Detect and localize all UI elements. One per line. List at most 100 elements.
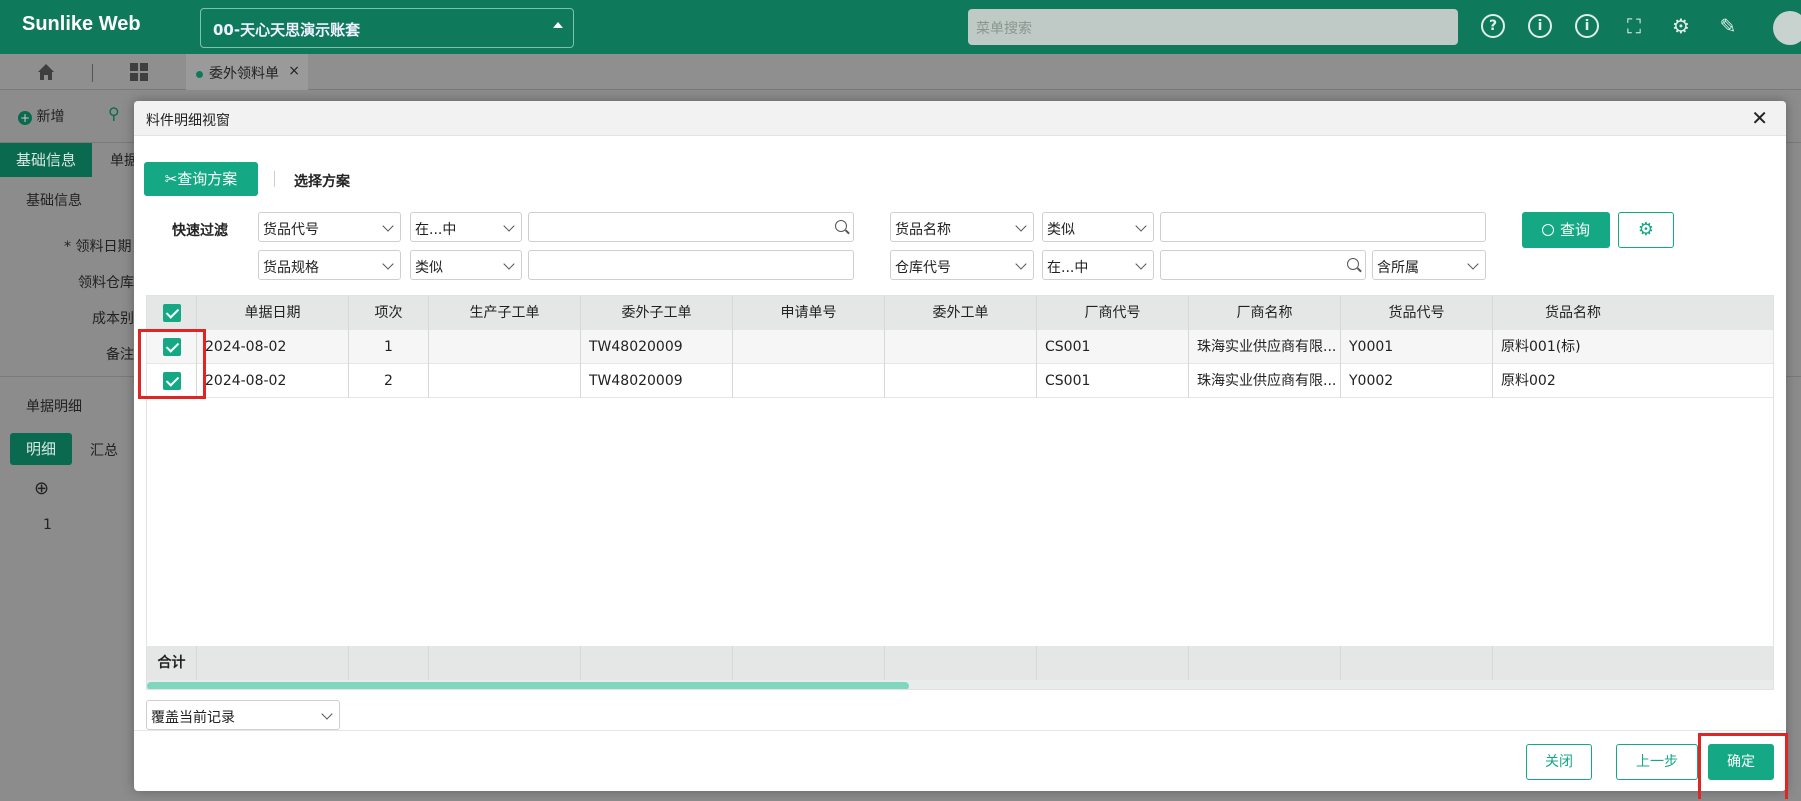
field-warehouse-label: 领料仓库 bbox=[78, 275, 134, 291]
col-header[interactable]: 委外子工单 bbox=[581, 296, 733, 330]
cell-item-code: Y0001 bbox=[1341, 330, 1493, 364]
col-header[interactable]: 申请单号 bbox=[733, 296, 885, 330]
account-select[interactable]: 00-天心天思演示账套 bbox=[200, 8, 574, 48]
previous-step-button[interactable]: 上一步 bbox=[1616, 744, 1698, 780]
scrollbar-thumb[interactable] bbox=[147, 682, 909, 689]
gear-icon[interactable]: ⚙ bbox=[1669, 14, 1693, 38]
query-plan-label: 查询方案 bbox=[177, 170, 238, 188]
filter3-value-input[interactable] bbox=[528, 250, 854, 280]
tab-outsource-picking[interactable]: 委外领料单 × bbox=[186, 54, 308, 90]
select-plan-link[interactable]: 选择方案 bbox=[294, 171, 350, 191]
query-label: 查询 bbox=[1559, 221, 1590, 239]
avatar[interactable] bbox=[1773, 11, 1801, 45]
close-button[interactable]: 关闭 bbox=[1526, 744, 1592, 780]
total-cell bbox=[349, 646, 429, 680]
chevron-down-icon bbox=[382, 220, 394, 232]
close-icon[interactable]: ✕ bbox=[1751, 106, 1768, 130]
tab-divider bbox=[92, 64, 93, 82]
cell-prod-order bbox=[429, 364, 581, 398]
cell-apply-no bbox=[733, 364, 885, 398]
col-header[interactable]: 项次 bbox=[349, 296, 429, 330]
col-header[interactable]: 货品代号 bbox=[1341, 296, 1493, 330]
divider bbox=[274, 171, 275, 187]
chevron-down-icon bbox=[503, 258, 515, 270]
write-mode-value: 覆盖当前记录 bbox=[151, 710, 235, 726]
filter4-op-select[interactable]: 在...中 bbox=[1042, 250, 1154, 280]
filter2-field-select[interactable]: 货品名称 bbox=[890, 212, 1034, 242]
filter1-op-select[interactable]: 在...中 bbox=[410, 212, 522, 242]
filter1-value-input[interactable] bbox=[528, 212, 854, 242]
cell-item-name: 原料002 bbox=[1493, 364, 1773, 398]
filter3-field-value: 货品规格 bbox=[263, 260, 319, 276]
search-icon[interactable] bbox=[1347, 258, 1359, 270]
app-logo: Sunlike Web bbox=[22, 13, 141, 35]
section-detail: 单据明细 bbox=[26, 399, 82, 415]
filter1-field-select[interactable]: 货品代号 bbox=[258, 212, 401, 242]
filter4-field-select[interactable]: 仓库代号 bbox=[890, 250, 1034, 280]
col-header[interactable]: 单据日期 bbox=[197, 296, 349, 330]
active-dot-icon bbox=[196, 70, 203, 78]
filter4-scope-select[interactable]: 含所属 bbox=[1372, 250, 1486, 280]
plus-icon: + bbox=[18, 111, 32, 125]
row-number: 1 bbox=[43, 517, 52, 533]
home-icon[interactable] bbox=[36, 62, 56, 82]
fullscreen-icon[interactable]: ⛶ bbox=[1622, 14, 1646, 38]
col-header[interactable]: 厂商代号 bbox=[1037, 296, 1189, 330]
query-button[interactable]: 查询 bbox=[1522, 212, 1610, 248]
col-header[interactable]: 委外工单 bbox=[885, 296, 1037, 330]
table-row[interactable]: 2024-08-02 1 TW48020009 CS001 珠海实业供应商有限.… bbox=[147, 330, 1773, 364]
new-button-label: 新增 bbox=[36, 109, 65, 125]
cell-vendor-name: 珠海实业供应商有限... bbox=[1189, 330, 1341, 364]
filter3-op-select[interactable]: 类似 bbox=[410, 250, 522, 280]
select-all-checkbox[interactable] bbox=[163, 304, 181, 322]
help-icon[interactable]: ? bbox=[1481, 14, 1505, 38]
menu-search-input[interactable]: 菜单搜索 bbox=[968, 9, 1458, 45]
account-select-value: 00-天心天思演示账套 bbox=[213, 21, 361, 39]
chevron-down-icon bbox=[1135, 258, 1147, 270]
total-cell bbox=[1189, 646, 1341, 680]
about-icon[interactable]: i bbox=[1575, 14, 1599, 38]
filter4-value-input[interactable] bbox=[1160, 250, 1366, 280]
filter4-field-value: 仓库代号 bbox=[895, 260, 951, 276]
info-icon[interactable]: i bbox=[1528, 14, 1552, 38]
chevron-down-icon bbox=[382, 258, 394, 270]
new-button[interactable]: + 新增 bbox=[18, 106, 64, 126]
total-cell bbox=[1037, 646, 1189, 680]
filter2-value-input[interactable] bbox=[1160, 212, 1486, 242]
close-tab-icon[interactable]: × bbox=[288, 63, 300, 79]
tab-basic-info[interactable]: 基础信息 bbox=[0, 143, 92, 177]
write-mode-select[interactable]: 覆盖当前记录 bbox=[146, 700, 340, 730]
highlight-confirm bbox=[1698, 733, 1788, 799]
section-basic-info: 基础信息 bbox=[26, 193, 82, 209]
total-cell bbox=[581, 646, 733, 680]
tab-bar: 委外领料单 × bbox=[0, 54, 1801, 90]
quick-filter-label: 快速过滤 bbox=[172, 223, 228, 239]
highlight-checkboxes bbox=[138, 329, 206, 399]
settings-button[interactable]: ⚙ bbox=[1618, 212, 1674, 248]
cell-sub-order: TW48020009 bbox=[581, 330, 733, 364]
cell-seq: 2 bbox=[349, 364, 429, 398]
chevron-down-icon bbox=[1015, 258, 1027, 270]
subtab-detail[interactable]: 明细 bbox=[10, 433, 72, 465]
search-icon[interactable]: ⚲ bbox=[108, 104, 120, 123]
table-row[interactable]: 2024-08-02 2 TW48020009 CS001 珠海实业供应商有限.… bbox=[147, 364, 1773, 398]
filter2-op-value: 类似 bbox=[1047, 222, 1075, 238]
cell-prod-order bbox=[429, 330, 581, 364]
col-header[interactable]: 货品名称 bbox=[1493, 296, 1773, 330]
search-icon[interactable] bbox=[835, 220, 847, 232]
apps-grid-icon[interactable] bbox=[130, 63, 148, 81]
chevron-down-icon bbox=[321, 708, 333, 720]
filter3-field-select[interactable]: 货品规格 bbox=[258, 250, 401, 280]
filter2-op-select[interactable]: 类似 bbox=[1042, 212, 1154, 242]
cell-vendor-code: CS001 bbox=[1037, 330, 1189, 364]
query-plan-button[interactable]: ✂查询方案 bbox=[144, 162, 258, 196]
modal-header: 料件明细视窗 ✕ bbox=[134, 101, 1786, 136]
select-all-cell[interactable] bbox=[147, 296, 197, 330]
subtab-summary[interactable]: 汇总 bbox=[90, 440, 118, 460]
broom-icon[interactable]: ✎ bbox=[1716, 14, 1740, 38]
gear-icon: ⚙ bbox=[1637, 219, 1655, 240]
cell-item-name: 原料001(标) bbox=[1493, 330, 1773, 364]
add-row-icon[interactable]: ⊕ bbox=[34, 478, 49, 499]
col-header[interactable]: 生产子工单 bbox=[429, 296, 581, 330]
col-header[interactable]: 厂商名称 bbox=[1189, 296, 1341, 330]
